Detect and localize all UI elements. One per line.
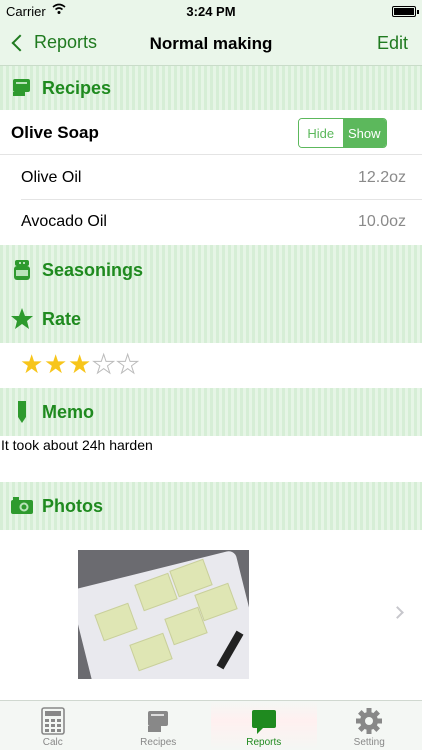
star-filled-icon[interactable]: ★ [68, 351, 92, 377]
recipe-book-icon [13, 79, 30, 96]
ingredient-row: Avocado Oil 10.0oz [0, 200, 422, 244]
section-label: Photos [42, 495, 103, 516]
star-rating[interactable]: ★ ★ ★ ★ ★ [20, 351, 140, 378]
section-header-seasonings: Seasonings [0, 245, 422, 295]
recipe-name: Olive Soap [11, 123, 99, 142]
navigation-bar: Reports Normal making Edit [0, 22, 422, 66]
calculator-icon [40, 707, 65, 735]
ingredient-row: Olive Oil 12.2oz [0, 156, 422, 200]
ingredient-amount: 12.2oz [357, 169, 406, 186]
star-filled-icon[interactable]: ★ [44, 351, 68, 377]
star-empty-icon[interactable]: ★ [116, 351, 140, 378]
tab-bar: Calc Recipes Reports Setting [0, 700, 422, 750]
battery-icon [392, 6, 419, 17]
recipe-book-icon [148, 711, 169, 732]
chevron-right-icon [391, 606, 404, 619]
status-bar: Carrier 3:24 PM [0, 0, 422, 22]
rating-row: ★ ★ ★ ★ ★ [0, 343, 422, 387]
section-label: Memo [42, 401, 95, 422]
ingredient-amount: 10.0oz [357, 213, 406, 230]
photo-row[interactable] [0, 530, 422, 700]
tab-reports[interactable]: Reports [211, 701, 317, 750]
star-filled-icon[interactable]: ★ [20, 351, 44, 377]
tab-recipes[interactable]: Recipes [106, 701, 212, 750]
ingredient-name: Avocado Oil [21, 213, 107, 230]
memo-text[interactable]: It took about 24h harden [1, 437, 153, 453]
seasoning-shaker-icon [14, 260, 30, 280]
hide-show-toggle[interactable]: Hide Show [298, 118, 387, 148]
ingredient-name: Olive Oil [21, 169, 82, 186]
tab-label: Setting [353, 737, 385, 748]
section-header-memo: Memo [0, 388, 422, 436]
recipe-row: Olive Soap Hide Show [0, 110, 422, 155]
section-header-rate: Rate [0, 295, 422, 343]
edit-button[interactable]: Edit [377, 33, 408, 54]
show-segment[interactable]: Show [342, 119, 386, 147]
tab-label: Reports [246, 737, 282, 748]
camera-icon [11, 497, 33, 514]
chevron-left-icon [11, 34, 29, 51]
tab-label: Calc [42, 737, 63, 748]
tab-calc[interactable]: Calc [0, 701, 106, 750]
back-label: Reports [34, 32, 98, 52]
soap-photo[interactable] [78, 550, 249, 679]
section-label: Rate [42, 308, 82, 329]
section-header-recipes: Recipes [0, 66, 422, 110]
tab-label: Recipes [140, 737, 177, 748]
tab-setting[interactable]: Setting [317, 701, 422, 750]
pencil-icon [18, 401, 26, 423]
hide-segment[interactable]: Hide [299, 119, 343, 147]
star-empty-icon[interactable]: ★ [92, 351, 116, 378]
star-icon [11, 308, 33, 329]
status-time: 3:24 PM [186, 4, 236, 19]
section-header-photos: Photos [0, 482, 422, 530]
gear-icon [356, 708, 383, 734]
section-label: Recipes [42, 77, 112, 98]
section-label: Seasonings [42, 259, 144, 280]
speech-bubble-icon [251, 710, 276, 734]
back-button[interactable]: Reports [10, 32, 97, 53]
